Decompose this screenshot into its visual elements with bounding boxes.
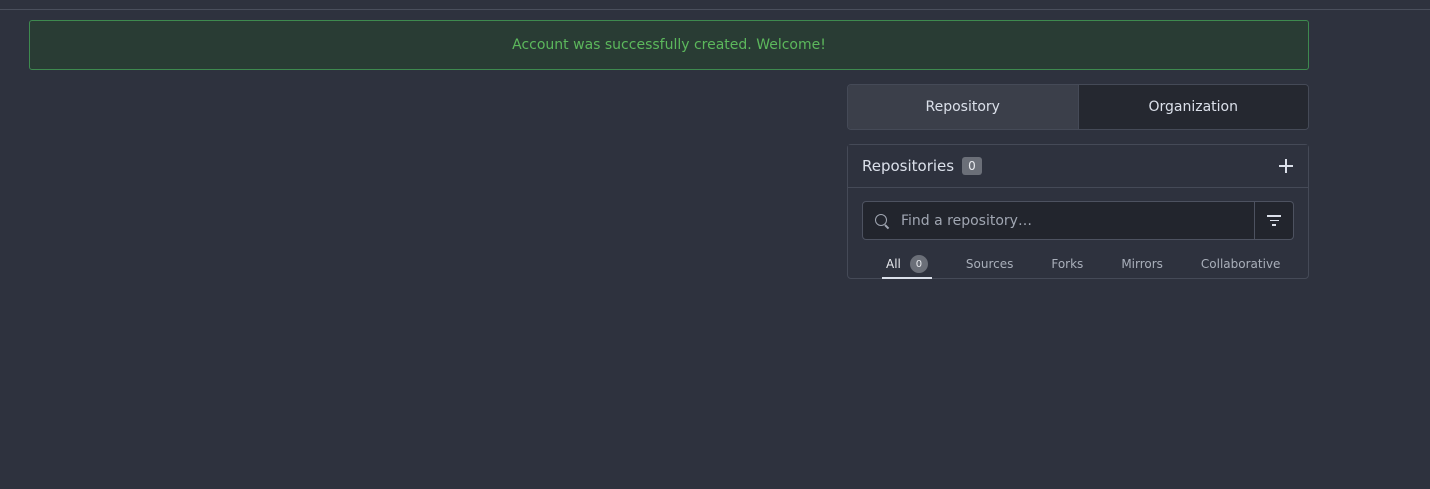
tab-repository[interactable]: Repository bbox=[848, 85, 1079, 129]
filter-tab-collaborative[interactable]: Collaborative bbox=[1201, 249, 1281, 279]
filter-tab-forks[interactable]: Forks bbox=[1051, 249, 1083, 279]
dashboard-context-switch: Repository Organization bbox=[847, 84, 1309, 130]
repository-search-input[interactable] bbox=[901, 202, 1254, 239]
flash-message-text: Account was successfully created. Welcom… bbox=[512, 37, 826, 53]
filter-all-count-badge: 0 bbox=[909, 255, 928, 273]
tab-organization[interactable]: Organization bbox=[1078, 85, 1308, 129]
repositories-panel-header: Repositories 0 bbox=[848, 145, 1308, 188]
filter-tab-sources[interactable]: Sources bbox=[966, 249, 1013, 279]
filter-button[interactable] bbox=[1254, 202, 1293, 239]
filter-icon bbox=[1267, 215, 1281, 217]
add-repository-button[interactable] bbox=[1278, 158, 1294, 174]
filter-tab-mirrors[interactable]: Mirrors bbox=[1121, 249, 1163, 279]
top-navbar-edge bbox=[0, 0, 1430, 10]
success-flash-message: Account was successfully created. Welcom… bbox=[29, 20, 1309, 70]
filter-tab-all[interactable]: All 0 bbox=[882, 249, 932, 279]
repositories-title: Repositories bbox=[862, 157, 955, 175]
repository-search-bar bbox=[862, 201, 1294, 240]
repositories-count-badge: 0 bbox=[962, 157, 982, 175]
search-icon bbox=[874, 213, 890, 229]
filter-tab-label: All bbox=[886, 257, 901, 271]
repository-filter-tabs: All 0 Sources Forks Mirrors Collaborativ… bbox=[848, 249, 1308, 279]
repositories-panel: Repositories 0 All 0 Sources Forks Mirro… bbox=[847, 144, 1309, 279]
